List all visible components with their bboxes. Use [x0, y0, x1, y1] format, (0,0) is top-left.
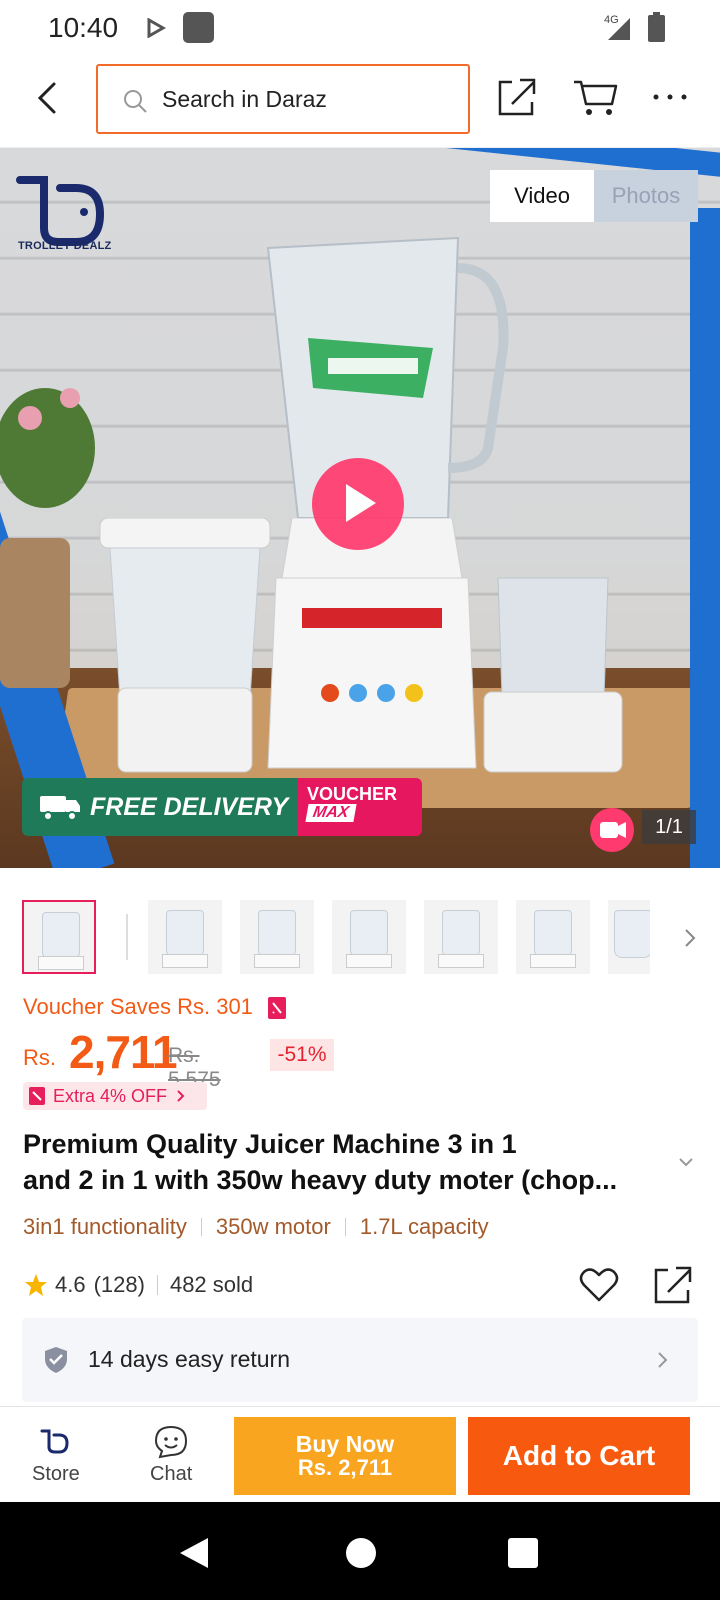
- thumbnail[interactable]: [240, 900, 314, 974]
- play-button[interactable]: [312, 458, 404, 550]
- cart-icon[interactable]: [572, 76, 618, 118]
- divider: [126, 914, 128, 960]
- delivery-truck-icon: [40, 796, 80, 821]
- action-bar: Store Chat Buy Now Rs. 2,711 Add to Cart: [0, 1406, 720, 1502]
- store-label: Store: [32, 1463, 80, 1485]
- buy-now-button[interactable]: Buy Now Rs. 2,711: [234, 1417, 456, 1495]
- blender-base-image: [267, 518, 477, 769]
- extra-off-text: Extra 4% OFF: [53, 1085, 168, 1106]
- video-icon: [590, 808, 634, 852]
- buy-now-price: Rs. 2,711: [297, 1455, 393, 1480]
- price-currency: Rs.: [23, 1045, 56, 1070]
- sold-count: 482 sold: [169, 1272, 254, 1297]
- chevron-right-icon[interactable]: [680, 924, 700, 952]
- store-button[interactable]: Store: [20, 1419, 92, 1491]
- search-input[interactable]: Search in Daraz: [96, 64, 470, 134]
- return-policy-text: 14 days easy return: [88, 1346, 291, 1372]
- chat-label: Chat: [150, 1463, 193, 1485]
- nav-back-icon[interactable]: [178, 1536, 210, 1570]
- play-icon: [346, 484, 376, 522]
- share-icon[interactable]: [496, 76, 538, 118]
- rating-value: 4.6: [55, 1272, 86, 1297]
- page-indicator: 1/1: [642, 810, 696, 844]
- grinder-jar-image: [483, 577, 623, 773]
- store-icon: [40, 1429, 69, 1454]
- voucher-icon: [29, 1087, 45, 1105]
- small-jar-image: [99, 518, 271, 773]
- search-icon: [124, 90, 147, 113]
- nav-home-icon[interactable]: [346, 1538, 376, 1568]
- voucher-text: VOUCHER: [307, 784, 398, 804]
- thumbnail-strip: [22, 900, 702, 978]
- network-type: 4G: [604, 14, 619, 26]
- discount-badge: -51%: [270, 1039, 334, 1071]
- voucher-max-badge: VOUCHER MAX: [297, 778, 422, 836]
- thumbnail[interactable]: [22, 900, 96, 974]
- frame-stripe: [690, 208, 720, 868]
- return-policy[interactable]: 14 days easy return: [22, 1318, 698, 1402]
- feature-tag: 1.7L capacity: [359, 1214, 489, 1239]
- share-icon[interactable]: [652, 1264, 694, 1306]
- feature-tag: 3in1 functionality: [23, 1214, 187, 1239]
- extra-off-badge[interactable]: Extra 4% OFF: [23, 1082, 207, 1110]
- star-icon: [25, 1274, 47, 1296]
- notification-icon: [183, 12, 214, 43]
- nav-recents-icon[interactable]: [508, 1538, 538, 1568]
- play-store-icon: [147, 18, 166, 38]
- media-tabs: Video Photos: [490, 170, 698, 222]
- more-icon[interactable]: [650, 82, 690, 112]
- free-delivery-badge: FREE DELIVERY: [22, 778, 297, 836]
- status-time: 10:40: [48, 12, 119, 43]
- chat-icon: [154, 1425, 188, 1459]
- product-title-line: and 2 in 1 with 350w heavy duty moter (c…: [23, 1165, 618, 1195]
- tab-video[interactable]: Video: [490, 170, 594, 222]
- product-title: Premium Quality Juicer Machine 3 in 1 an…: [23, 1126, 663, 1198]
- thumbnail[interactable]: [148, 900, 222, 974]
- chat-button[interactable]: Chat: [136, 1419, 208, 1491]
- rating-row[interactable]: 4.6 (128) 482 sold: [23, 1268, 253, 1302]
- search-placeholder: Search in Daraz: [162, 86, 327, 112]
- back-icon[interactable]: [30, 78, 66, 118]
- rating-count: (128): [93, 1272, 145, 1297]
- chevron-down-icon[interactable]: [676, 1152, 696, 1172]
- buy-now-label: Buy Now: [295, 1431, 395, 1457]
- product-title-line: Premium Quality Juicer Machine 3 in 1: [23, 1129, 517, 1159]
- thumbnail[interactable]: [516, 900, 590, 974]
- system-nav-bar: [0, 1502, 720, 1600]
- add-to-cart-button[interactable]: Add to Cart: [468, 1417, 690, 1495]
- voucher-icon: [268, 997, 286, 1019]
- divider: [344, 1218, 346, 1236]
- free-delivery-text: FREE DELIVERY: [90, 792, 289, 821]
- thumbnail[interactable]: [608, 900, 650, 974]
- feature-tag: 350w motor: [215, 1214, 331, 1239]
- heart-icon[interactable]: [578, 1266, 620, 1304]
- battery-icon: [648, 12, 665, 42]
- voucher-max-text: MAX: [305, 804, 357, 822]
- tab-photos[interactable]: Photos: [594, 170, 698, 222]
- voucher-saves: Voucher Saves Rs. 301: [23, 994, 253, 1019]
- brand-logo-text: TROLLEY DEALZ: [18, 240, 112, 252]
- divider: [200, 1218, 202, 1236]
- header: Search in Daraz: [0, 56, 720, 148]
- status-bar: 10:40 4G: [0, 0, 720, 56]
- chevron-right-icon: [177, 1090, 185, 1102]
- promo-banner: FREE DELIVERY VOUCHER MAX: [22, 778, 422, 836]
- feature-tags: 3in1 functionality 350w motor 1.7L capac…: [23, 1212, 489, 1242]
- chevron-right-icon: [658, 1352, 668, 1368]
- product-media[interactable]: TROLLEY DEALZ Video Photos FREE DELIVERY…: [0, 148, 720, 868]
- divider: [156, 1275, 158, 1295]
- thumbnail[interactable]: [424, 900, 498, 974]
- thumbnail[interactable]: [332, 900, 406, 974]
- price-value: 2,711: [69, 1026, 178, 1078]
- shield-icon: [45, 1347, 67, 1373]
